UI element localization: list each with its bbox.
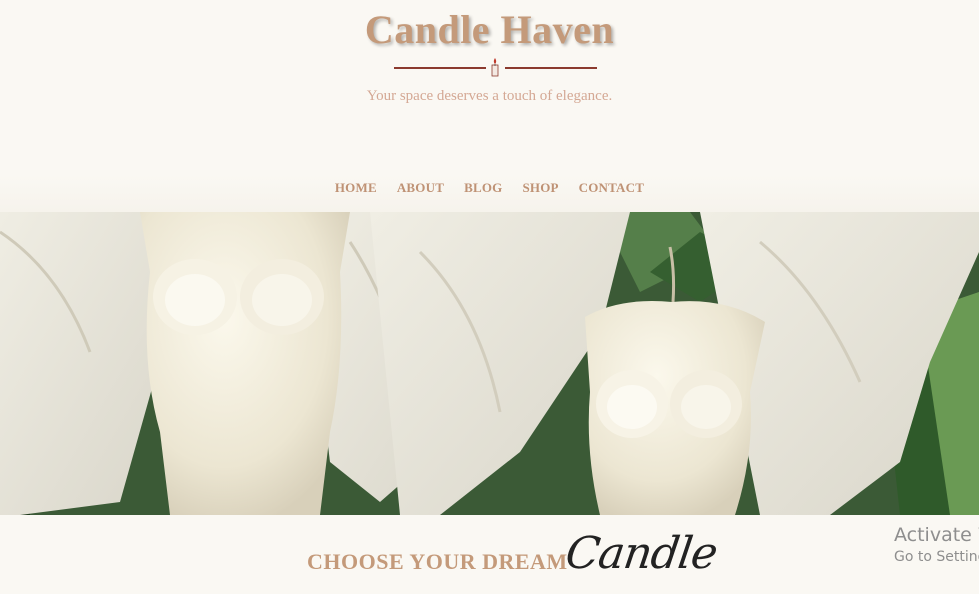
nav-home[interactable]: HOME [335, 180, 377, 196]
site-tagline: Your space deserves a touch of elegance. [366, 88, 613, 104]
nav-shop[interactable]: SHOP [522, 180, 558, 196]
candle-icon [491, 58, 499, 77]
os-activation-watermark: Activate Windows Go to Settings to activ… [894, 523, 979, 567]
divider-line-left [394, 67, 486, 69]
nav-blog[interactable]: BLOG [464, 180, 502, 196]
site-title[interactable]: Candle Haven [0, 6, 979, 53]
watermark-line-2: Go to Settings to activate Windows. [894, 549, 979, 565]
nav-contact[interactable]: CONTACT [579, 180, 644, 196]
candles-photo [0, 212, 979, 515]
section-heading: CHOOSE YOUR DREAM [307, 549, 568, 574]
title-divider [393, 56, 598, 78]
main-nav: HOME ABOUT BLOG SHOP CONTACT [0, 180, 979, 196]
hero-image [0, 212, 979, 515]
section-script-word: Candle [562, 528, 721, 579]
divider-line-right [505, 67, 597, 69]
nav-about[interactable]: ABOUT [397, 180, 444, 196]
watermark-line-1: Activate Windows [894, 524, 979, 546]
